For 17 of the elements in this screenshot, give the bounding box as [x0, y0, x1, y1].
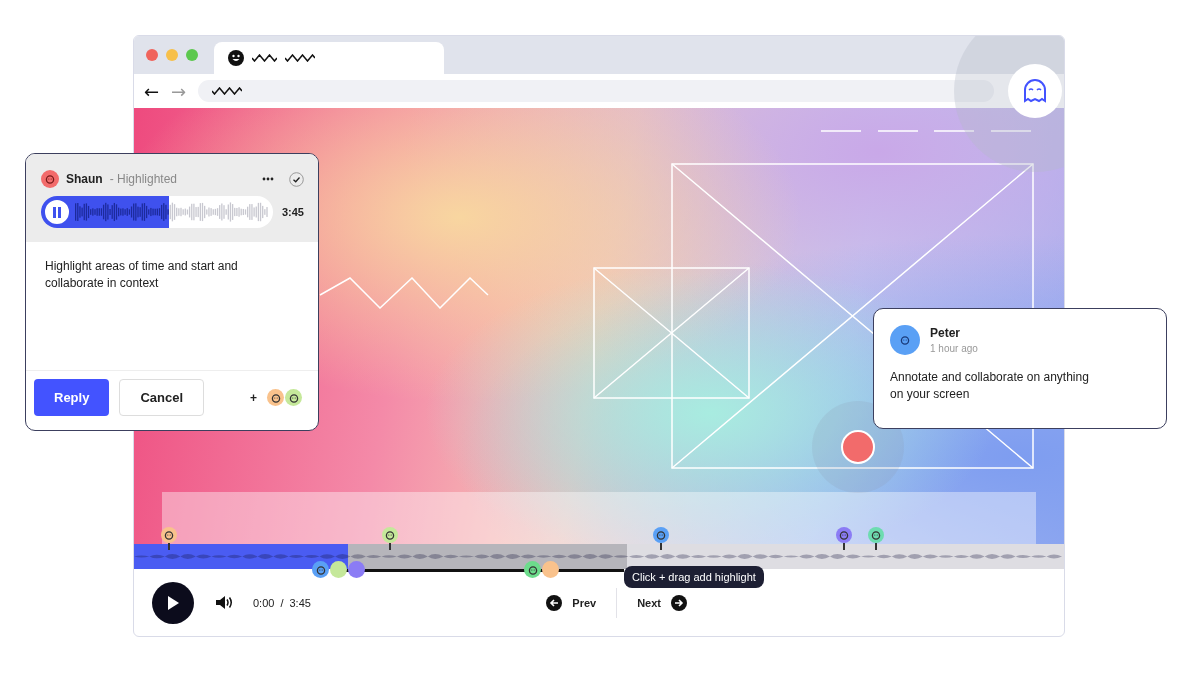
reply-button[interactable]: Reply: [34, 379, 110, 416]
back-button[interactable]: ←: [144, 80, 160, 102]
author-name: Peter: [930, 326, 962, 340]
time-separator: /: [280, 596, 284, 609]
comment-text: Highlight areas of time and start and collaborate in context: [45, 258, 239, 292]
prev-button[interactable]: Prev: [546, 594, 597, 611]
comment-status: - Highlighted: [109, 172, 178, 186]
duration: 3:45: [289, 596, 311, 609]
tooltip: Click + drag add highlight: [624, 566, 764, 588]
clip-duration: 3:45: [281, 206, 304, 218]
add-collaborator[interactable]: +: [250, 390, 257, 405]
timestamp: 1 hour ago: [930, 343, 978, 354]
current-time: 0:00: [253, 596, 275, 609]
author-name: Shaun: [66, 172, 103, 186]
next-button[interactable]: Next: [637, 594, 687, 611]
cancel-button[interactable]: Cancel: [119, 379, 205, 416]
note-text: Annotate and collaborate on anything on your screen: [890, 369, 1090, 403]
